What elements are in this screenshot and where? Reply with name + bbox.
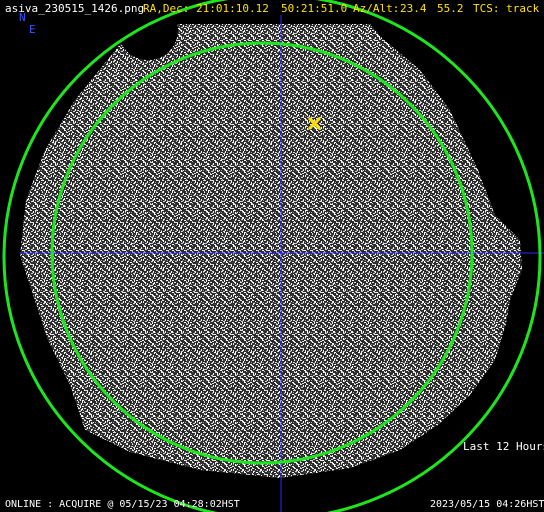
- tcs-status: TCS: track: [473, 2, 540, 15]
- sky-image-texture: [20, 24, 522, 478]
- all-sky-camera-view: [2, 0, 544, 512]
- acquire-status: ONLINE : ACQUIRE @ 05/15/23 04:28:02HST: [5, 499, 240, 510]
- az-value: 23.4: [400, 2, 427, 15]
- ra-value: 21:01:10.12: [196, 2, 269, 15]
- alt-value: 55.2: [437, 2, 464, 15]
- radec-label: RA,Dec:: [143, 2, 190, 15]
- image-filename: asiva_230515_1426.png: [5, 2, 145, 15]
- last-hours-label: Last 12 Hours: [463, 440, 544, 453]
- east-indicator: E: [29, 23, 36, 36]
- image-timestamp: 2023/05/15 04:26HST: [430, 499, 544, 510]
- dec-value: 50:21:51.0: [281, 2, 348, 15]
- north-indicator: N: [19, 11, 26, 24]
- azalt-label: Az/Alt:: [353, 2, 400, 15]
